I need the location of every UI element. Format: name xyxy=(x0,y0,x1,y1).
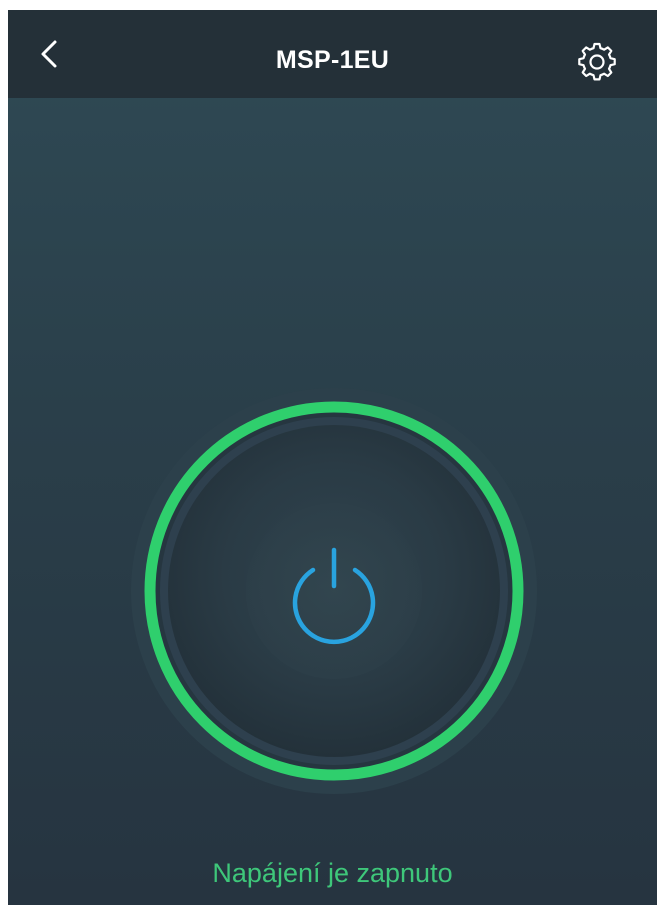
power-dial xyxy=(131,388,537,794)
power-status-text: Napájení je zapnuto xyxy=(212,858,453,888)
device-screen: MSP-1EU Napájení je zapnuto xyxy=(8,10,657,905)
gear-icon xyxy=(578,42,616,81)
navigation-bar: MSP-1EU xyxy=(8,10,657,98)
power-toggle-button[interactable] xyxy=(130,387,538,795)
page-title: MSP-1EU xyxy=(275,46,390,74)
settings-button[interactable] xyxy=(575,40,619,84)
